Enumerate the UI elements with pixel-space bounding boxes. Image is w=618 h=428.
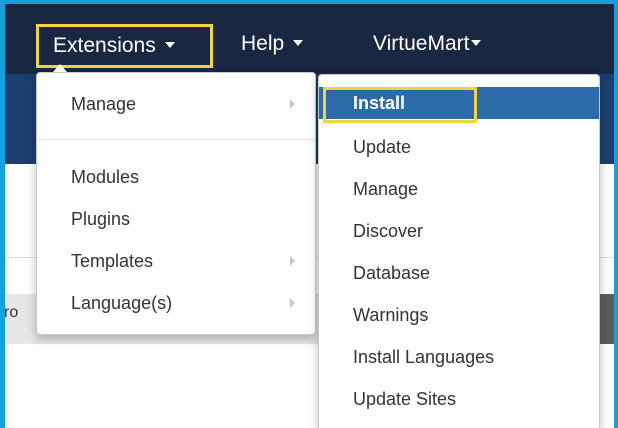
partial-content-text: ro (4, 304, 19, 321)
screenshot-frame: ro Extensions Help VirtueMart Manage Mod… (0, 0, 618, 428)
submenu-item-discover[interactable]: Discover (319, 219, 599, 243)
chevron-right-icon (290, 256, 295, 266)
menu-item-modules[interactable]: Modules (37, 165, 315, 189)
nav-help[interactable]: Help (241, 30, 304, 58)
chevron-down-icon (164, 42, 175, 49)
menu-divider (37, 139, 315, 140)
chevron-right-icon (290, 99, 295, 109)
submenu-item-database[interactable]: Database (319, 261, 599, 285)
menu-item-label: Plugins (71, 209, 131, 229)
menu-item-label: Install Languages (353, 347, 495, 367)
menu-item-label: Manage (353, 179, 419, 199)
nav-extensions[interactable]: Extensions (36, 24, 213, 68)
dropdown-pointer (53, 64, 67, 72)
submenu-item-update[interactable]: Update (319, 135, 599, 159)
submenu-item-update-sites[interactable]: Update Sites (319, 387, 599, 411)
menu-item-plugins[interactable]: Plugins (37, 207, 315, 231)
menu-item-label: Update (353, 137, 412, 157)
chevron-right-icon (290, 298, 295, 308)
menu-item-label: Manage (71, 94, 137, 114)
menu-item-templates[interactable]: Templates (37, 249, 315, 273)
submenu-item-install[interactable]: Install (319, 87, 599, 123)
chevron-down-icon (471, 40, 482, 47)
menu-item-label: Warnings (353, 305, 429, 325)
nav-extensions-label: Extensions (53, 34, 156, 57)
menu-item-languages[interactable]: Language(s) (37, 291, 315, 315)
submenu-item-warnings[interactable]: Warnings (319, 303, 599, 327)
nav-help-label: Help (241, 32, 285, 55)
menu-item-label: Templates (71, 251, 154, 271)
menu-item-label: Language(s) (71, 293, 173, 313)
highlight-box (323, 87, 477, 123)
nav-virtuemart-label: VirtueMart (373, 32, 470, 55)
menu-item-label: Update Sites (353, 389, 457, 409)
menu-item-manage[interactable]: Manage (37, 92, 315, 116)
submenu-item-install-languages[interactable]: Install Languages (319, 345, 599, 369)
extensions-dropdown: Manage Modules Plugins Templates Languag… (36, 72, 316, 335)
submenu-item-manage[interactable]: Manage (319, 177, 599, 201)
manage-submenu: Install Update Manage Discover Database … (318, 74, 600, 428)
menu-item-label: Discover (353, 221, 424, 241)
menu-item-label: Modules (71, 167, 140, 187)
chevron-down-icon (293, 40, 304, 47)
nav-virtuemart[interactable]: VirtueMart (373, 30, 482, 58)
menu-item-label: Database (353, 263, 431, 283)
